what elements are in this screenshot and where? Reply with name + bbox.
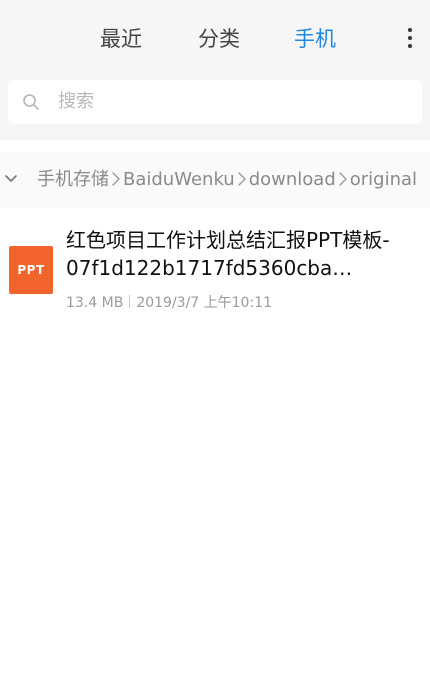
search-area: 搜索 — [0, 66, 430, 140]
file-meta: 13.4 MB 2019/3/7 上午10:11 — [66, 292, 272, 312]
breadcrumb-item-baiduwenku[interactable]: BaiduWenku — [123, 169, 235, 190]
chevron-down-icon[interactable] — [4, 172, 18, 186]
chevron-right-icon — [339, 172, 347, 186]
tab-recent[interactable]: 最近 — [100, 24, 142, 54]
file-list-item[interactable]: PPT 红色项目工作计划总结汇报PPT模板-07f1d122b1717fd536… — [0, 214, 430, 324]
tab-phone[interactable]: 手机 — [294, 24, 336, 54]
more-options-icon[interactable] — [404, 28, 416, 50]
meta-divider — [129, 295, 131, 308]
top-tab-bar: 最近 分类 手机 — [0, 0, 430, 66]
chevron-right-icon — [238, 172, 246, 186]
search-input[interactable]: 搜索 — [8, 80, 422, 124]
file-size: 13.4 MB — [66, 295, 124, 311]
breadcrumb-item-download[interactable]: download — [249, 169, 336, 190]
ppt-icon-label: PPT — [17, 263, 45, 277]
breadcrumb-path: 手机存储 BaiduWenku download original — [37, 152, 417, 208]
file-manager-app: 最近 分类 手机 搜索 手机存储 BaiduWenku download origin… — [0, 0, 430, 700]
breadcrumb-item-phone-storage[interactable]: 手机存储 — [37, 169, 109, 190]
tab-category[interactable]: 分类 — [198, 24, 240, 54]
ppt-file-icon: PPT — [9, 246, 53, 294]
breadcrumb-item-original[interactable]: original — [350, 169, 417, 190]
chevron-right-icon — [112, 172, 120, 186]
search-placeholder: 搜索 — [58, 91, 94, 112]
search-icon — [23, 94, 39, 110]
breadcrumb: 手机存储 BaiduWenku download original — [0, 152, 430, 208]
file-name: 红色项目工作计划总结汇报PPT模板-07f1d122b1717fd5360cba… — [66, 228, 390, 280]
file-date: 2019/3/7 上午10:11 — [136, 295, 272, 311]
